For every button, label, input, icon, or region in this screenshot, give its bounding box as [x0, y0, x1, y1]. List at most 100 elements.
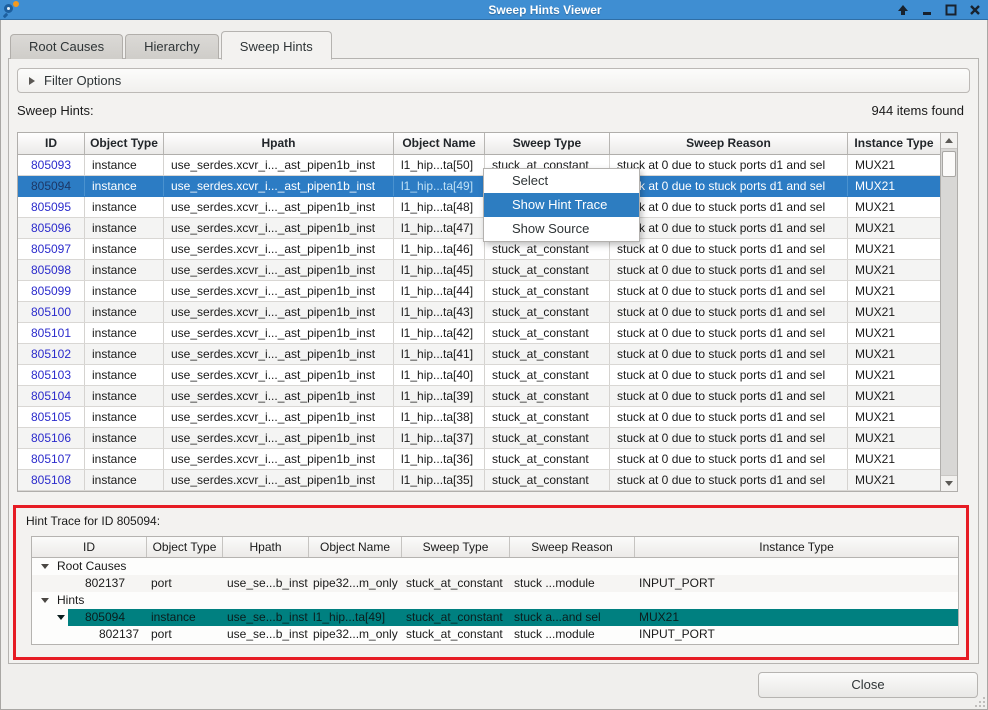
vertical-scrollbar[interactable] — [940, 133, 957, 491]
id-link[interactable]: 805108 — [18, 470, 85, 490]
table-row[interactable]: 805100instanceuse_serdes.xcvr_i..._ast_p… — [18, 302, 940, 323]
tab-root-causes[interactable]: Root Causes — [10, 34, 123, 59]
menu-item-show-source[interactable]: Show Source — [484, 217, 639, 241]
trace-group-row[interactable]: Root Causes — [32, 558, 958, 575]
table-row[interactable]: 805098instanceuse_serdes.xcvr_i..._ast_p… — [18, 260, 940, 281]
cell-sweep-reason: stuck at 0 due to stuck ports d1 and sel — [610, 176, 848, 196]
column-header-sweep-reason[interactable]: Sweep Reason — [610, 133, 848, 154]
tab-hierarchy[interactable]: Hierarchy — [125, 34, 219, 59]
close-icon[interactable] — [968, 3, 982, 17]
cell-sweep-type: stuck_at_constant — [485, 260, 610, 280]
id-link[interactable]: 805101 — [18, 323, 85, 343]
id-link[interactable]: 805104 — [18, 386, 85, 406]
trace-row[interactable]: 802137portuse_se...b_instpipe32...m_only… — [32, 575, 958, 592]
id-link[interactable]: 805105 — [18, 407, 85, 427]
table-row[interactable]: 805106instanceuse_serdes.xcvr_i..._ast_p… — [18, 428, 940, 449]
trace-column-header-sweep-reason[interactable]: Sweep Reason — [510, 537, 635, 557]
id-link[interactable]: 805103 — [18, 365, 85, 385]
column-header-sweep-type[interactable]: Sweep Type — [485, 133, 610, 154]
id-link[interactable]: 805100 — [18, 302, 85, 322]
chevron-down-icon[interactable] — [41, 598, 49, 603]
trace-row[interactable]: 802137portuse_se...b_instpipe32...m_only… — [32, 626, 958, 643]
trace-column-header-instance-type[interactable]: Instance Type — [635, 537, 958, 557]
minimize-icon[interactable] — [920, 3, 934, 17]
menu-item-show-hint-trace[interactable]: Show Hint Trace — [484, 193, 639, 217]
cell-instance-type: MUX21 — [848, 365, 940, 385]
table-row[interactable]: 805105instanceuse_serdes.xcvr_i..._ast_p… — [18, 407, 940, 428]
scroll-up-icon[interactable] — [941, 133, 957, 149]
cell-object-name: l1_hip...ta[38] — [394, 407, 485, 427]
table-row[interactable]: 805097instanceuse_serdes.xcvr_i..._ast_p… — [18, 239, 940, 260]
chevron-down-icon[interactable] — [57, 615, 65, 620]
table-row[interactable]: 805093instanceuse_serdes.xcvr_i..._ast_p… — [18, 155, 940, 176]
scroll-down-icon[interactable] — [941, 475, 957, 491]
cell-hpath: use_serdes.xcvr_i..._ast_pipen1b_inst — [164, 281, 394, 301]
sweep-hints-label: Sweep Hints: — [17, 103, 94, 118]
trace-column-header-id[interactable]: ID — [32, 537, 147, 557]
menu-item-select[interactable]: Select — [484, 169, 639, 193]
column-header-instance-type[interactable]: Instance Type — [848, 133, 940, 154]
shade-icon[interactable] — [896, 3, 910, 17]
tab-sweep-hints[interactable]: Sweep Hints — [221, 31, 332, 60]
trace-column-header-sweep-type[interactable]: Sweep Type — [402, 537, 510, 557]
trace-cell-object-type: instance — [147, 609, 223, 626]
column-header-object-type[interactable]: Object Type — [85, 133, 164, 154]
cell-object-name: l1_hip...ta[35] — [394, 470, 485, 490]
id-link[interactable]: 805097 — [18, 239, 85, 259]
table-row[interactable]: 805096instanceuse_serdes.xcvr_i..._ast_p… — [18, 218, 940, 239]
id-link[interactable]: 805094 — [18, 176, 85, 196]
cell-sweep-type: stuck_at_constant — [485, 428, 610, 448]
splitter-handle[interactable]: ······ — [9, 496, 978, 503]
id-link[interactable]: 805093 — [18, 155, 85, 175]
trace-cell-sweep-type: stuck_at_constant — [402, 575, 510, 592]
table-row[interactable]: 805101instanceuse_serdes.xcvr_i..._ast_p… — [18, 323, 940, 344]
filter-options-header[interactable]: Filter Options — [17, 68, 970, 93]
id-link[interactable]: 805099 — [18, 281, 85, 301]
cell-object-name: l1_hip...ta[47] — [394, 218, 485, 238]
cell-hpath: use_serdes.xcvr_i..._ast_pipen1b_inst — [164, 155, 394, 175]
close-button[interactable]: Close — [758, 672, 978, 698]
cell-object-type: instance — [85, 386, 164, 406]
trace-column-header-object-type[interactable]: Object Type — [147, 537, 223, 557]
table-row[interactable]: 805099instanceuse_serdes.xcvr_i..._ast_p… — [18, 281, 940, 302]
column-header-object-name[interactable]: Object Name — [394, 133, 485, 154]
trace-cell-object-type: port — [147, 626, 223, 643]
window-title: Sweep Hints Viewer — [0, 0, 988, 20]
id-link[interactable]: 805107 — [18, 449, 85, 469]
cell-sweep-reason: stuck at 0 due to stuck ports d1 and sel — [610, 407, 848, 427]
cell-object-name: l1_hip...ta[44] — [394, 281, 485, 301]
scrollbar-thumb[interactable] — [942, 151, 956, 177]
cell-sweep-reason: stuck at 0 due to stuck ports d1 and sel — [610, 428, 848, 448]
trace-column-header-object-name[interactable]: Object Name — [309, 537, 402, 557]
app-window: { "window": { "title": "Sweep Hints View… — [0, 0, 988, 710]
id-link[interactable]: 805095 — [18, 197, 85, 217]
table-row[interactable]: 805104instanceuse_serdes.xcvr_i..._ast_p… — [18, 386, 940, 407]
trace-cell-sweep-reason: stuck ...module — [510, 575, 635, 592]
id-link[interactable]: 805098 — [18, 260, 85, 280]
column-header-id[interactable]: ID — [18, 133, 85, 154]
column-header-hpath[interactable]: Hpath — [164, 133, 394, 154]
cell-sweep-type: stuck_at_constant — [485, 365, 610, 385]
id-link[interactable]: 805102 — [18, 344, 85, 364]
table-row[interactable]: 805107instanceuse_serdes.xcvr_i..._ast_p… — [18, 449, 940, 470]
table-row[interactable]: 805094instanceuse_serdes.xcvr_i..._ast_p… — [18, 176, 940, 197]
trace-cell-object-name: pipe32...m_only — [309, 575, 402, 592]
id-link[interactable]: 805106 — [18, 428, 85, 448]
table-row[interactable]: 805095instanceuse_serdes.xcvr_i..._ast_p… — [18, 197, 940, 218]
table-row[interactable]: 805103instanceuse_serdes.xcvr_i..._ast_p… — [18, 365, 940, 386]
cell-hpath: use_serdes.xcvr_i..._ast_pipen1b_inst — [164, 176, 394, 196]
resize-grip[interactable] — [973, 695, 985, 707]
cell-object-type: instance — [85, 428, 164, 448]
cell-hpath: use_serdes.xcvr_i..._ast_pipen1b_inst — [164, 302, 394, 322]
chevron-down-icon[interactable] — [41, 564, 49, 569]
table-row[interactable]: 805102instanceuse_serdes.xcvr_i..._ast_p… — [18, 344, 940, 365]
trace-row[interactable]: 805094instanceuse_se...b_instl1_hip...ta… — [32, 609, 958, 626]
table-row[interactable]: 805108instanceuse_serdes.xcvr_i..._ast_p… — [18, 470, 940, 491]
chevron-right-icon — [29, 77, 35, 85]
trace-column-header-hpath[interactable]: Hpath — [223, 537, 309, 557]
trace-group-row[interactable]: Hints — [32, 592, 958, 609]
cell-sweep-reason: stuck at 0 due to stuck ports d1 and sel — [610, 218, 848, 238]
maximize-icon[interactable] — [944, 3, 958, 17]
id-link[interactable]: 805096 — [18, 218, 85, 238]
cell-sweep-reason: stuck at 0 due to stuck ports d1 and sel — [610, 449, 848, 469]
